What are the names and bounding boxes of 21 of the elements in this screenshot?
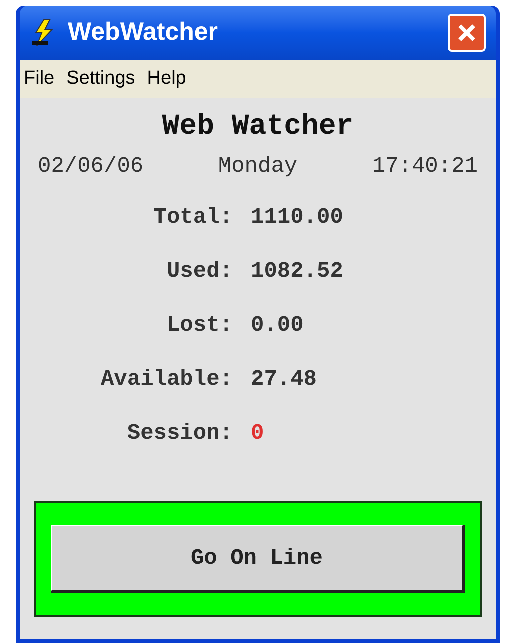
stat-value: 0 xyxy=(251,420,266,448)
menu-item[interactable]: Help xyxy=(147,64,186,94)
stat-label: Used: xyxy=(166,258,233,286)
menu-item[interactable]: Settings xyxy=(66,64,136,94)
stat-value: 0.00 xyxy=(251,312,305,340)
stat-value: 1082.52 xyxy=(251,258,344,286)
time-text: 17:40:21 xyxy=(372,153,478,181)
stat-label: Total: xyxy=(152,204,233,232)
app-heading: Web Watcher xyxy=(162,110,354,144)
stat-value: 27.48 xyxy=(251,366,318,394)
stat-value: 1110.00 xyxy=(251,204,344,232)
day-text: Monday xyxy=(218,153,298,181)
stat-label: Session: xyxy=(126,420,233,448)
close-button[interactable] xyxy=(448,14,486,52)
menu-item[interactable]: File xyxy=(24,64,55,94)
date-text: 02/06/06 xyxy=(38,153,144,181)
stat-label: Lost: xyxy=(166,312,233,340)
stat-label: Available: xyxy=(100,366,233,394)
close-icon xyxy=(456,22,478,44)
go-online-button[interactable]: Go On Line xyxy=(51,525,465,593)
window-title: WebWatcher xyxy=(68,17,220,48)
